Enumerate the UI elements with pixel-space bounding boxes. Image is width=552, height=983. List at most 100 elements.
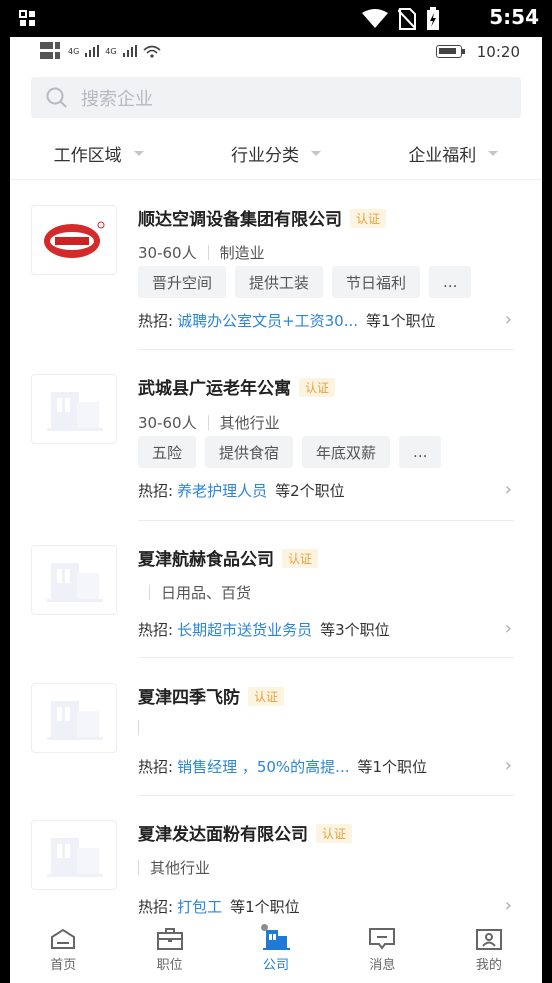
profile-icon bbox=[475, 929, 502, 950]
tab-label: 首页 bbox=[50, 958, 77, 973]
hot-job-row[interactable]: 热招: 长期超市送货业务员 等3个职位 bbox=[138, 619, 390, 640]
tab-label: 公司 bbox=[263, 958, 290, 973]
company-logo bbox=[31, 374, 117, 444]
company-name-text: 顺达空调设备集团有限公司 bbox=[138, 210, 342, 230]
filter-label: 行业分类 bbox=[230, 145, 299, 166]
hot-label: 热招: bbox=[138, 621, 174, 639]
company-industry: 其他行业 bbox=[219, 414, 280, 432]
app-grid-icon bbox=[19, 10, 35, 26]
battery-charging-icon bbox=[427, 7, 439, 30]
tab-messages[interactable]: 消息 bbox=[329, 919, 435, 983]
company-industry: 日用品、百货 bbox=[161, 584, 252, 602]
hot-label: 热招: bbox=[138, 312, 174, 330]
verified-badge: 认证 bbox=[299, 378, 336, 397]
inner-status-row: 4G 4G 10:20 bbox=[10, 37, 542, 69]
verified-badge: 认证 bbox=[316, 824, 353, 843]
chevron-right-icon: › bbox=[504, 755, 512, 776]
company-size: 30-60人 bbox=[138, 244, 197, 262]
hot-job-count: 等2个职位 bbox=[275, 482, 345, 500]
tab-profile[interactable]: 我的 bbox=[436, 919, 542, 983]
company-industry: 制造业 bbox=[219, 244, 265, 262]
filter-benefits[interactable]: 企业福利 bbox=[365, 133, 542, 173]
company-name: 夏津发达面粉有限公司 认证 bbox=[138, 820, 353, 845]
company-card[interactable]: 夏津发达面粉有限公司 认证 其他行业 热招: 打包工 等1个职位 › bbox=[10, 796, 542, 936]
unread-dot bbox=[260, 924, 268, 931]
company-logo bbox=[31, 683, 117, 753]
benefit-tags: 五险 提供食宿 年底双薪 ... bbox=[138, 436, 442, 468]
benefit-tag: 晋升空间 bbox=[138, 266, 227, 298]
briefcase-icon bbox=[156, 928, 183, 950]
tab-home[interactable]: 首页 bbox=[10, 919, 116, 983]
wifi-small-icon bbox=[143, 45, 161, 58]
chevron-down-icon bbox=[488, 150, 499, 156]
meta-separator bbox=[149, 585, 150, 600]
system-clock: 5:54 bbox=[489, 5, 539, 29]
filter-industry[interactable]: 行业分类 bbox=[187, 133, 364, 173]
bottom-tab-bar: 首页 职位 公司 消息 我的 bbox=[10, 919, 542, 983]
hot-job-row[interactable]: 热招: 打包工 等1个职位 bbox=[138, 896, 300, 917]
hot-job-row[interactable]: 热招: 诚聘办公室文员+工资30... 等1个职位 bbox=[138, 310, 436, 331]
search-placeholder: 搜索企业 bbox=[81, 88, 153, 110]
company-list: 顺达空调设备集团有限公司 认证 30-60人 制造业 晋升空间 提供工装 节日福利 … bbox=[10, 180, 542, 936]
company-meta: 30-60人 其他行业 bbox=[138, 412, 280, 433]
company-size: 30-60人 bbox=[138, 414, 197, 432]
benefit-tag-more: ... bbox=[399, 436, 442, 468]
building-placeholder-icon bbox=[47, 701, 103, 740]
company-list-screen: 4G 4G 10:20 搜索企业 工作区域 行业分类 企业福利 顺达空调设备集团… bbox=[10, 37, 542, 983]
hot-job-row[interactable]: 热招: 销售经理 ，50%的高提... 等1个职位 bbox=[138, 756, 427, 777]
tab-jobs[interactable]: 职位 bbox=[116, 919, 222, 983]
tab-label: 职位 bbox=[156, 958, 183, 973]
filter-work-area[interactable]: 工作区域 bbox=[10, 133, 187, 173]
chevron-down-icon bbox=[133, 150, 144, 156]
company-card[interactable]: 武城县广运老年公寓 认证 30-60人 其他行业 五险 提供食宿 年底双薪 ... … bbox=[10, 350, 542, 521]
hot-job-row[interactable]: 热招: 养老护理人员 等2个职位 bbox=[138, 480, 345, 501]
verified-badge: 认证 bbox=[248, 687, 285, 706]
tab-company[interactable]: 公司 bbox=[223, 919, 329, 983]
company-industry: 其他行业 bbox=[150, 859, 211, 877]
hot-job-count: 等1个职位 bbox=[357, 758, 428, 776]
benefit-tag: 五险 bbox=[138, 436, 197, 468]
company-card[interactable]: 夏津航赫食品公司 认证 日用品、百货 热招: 长期超市送货业务员 等3个职位 › bbox=[10, 521, 542, 658]
home-icon bbox=[51, 928, 76, 949]
hot-job-link[interactable]: 养老护理人员 bbox=[177, 480, 267, 501]
hd-icon bbox=[40, 42, 60, 59]
chevron-down-icon bbox=[310, 150, 321, 156]
meta-separator bbox=[207, 245, 209, 260]
search-input[interactable]: 搜索企业 bbox=[31, 77, 521, 118]
hot-job-link[interactable]: 诚聘办公室文员+工资30... bbox=[177, 310, 358, 331]
filter-label: 企业福利 bbox=[408, 145, 477, 166]
hot-job-link[interactable]: 销售经理 ，50%的高提... bbox=[177, 756, 349, 777]
hot-label: 热招: bbox=[138, 898, 174, 916]
search-icon bbox=[46, 87, 67, 108]
benefit-tags: 晋升空间 提供工装 节日福利 ... bbox=[138, 266, 472, 298]
company-card[interactable]: 顺达空调设备集团有限公司 认证 30-60人 制造业 晋升空间 提供工装 节日福利 … bbox=[10, 180, 542, 350]
hot-label: 热招: bbox=[138, 758, 174, 776]
signal-bars-icon bbox=[85, 45, 100, 57]
benefit-tag: 年底双薪 bbox=[302, 436, 391, 468]
company-name: 夏津航赫食品公司 认证 bbox=[138, 545, 319, 570]
building-placeholder-icon bbox=[47, 838, 103, 877]
company-logo bbox=[31, 820, 117, 890]
chevron-right-icon: › bbox=[504, 618, 512, 639]
hot-job-count: 等3个职位 bbox=[320, 621, 390, 639]
hot-job-link[interactable]: 长期超市送货业务员 bbox=[177, 619, 312, 640]
company-card[interactable]: 夏津四季飞防 认证 热招: 销售经理 ，50%的高提... 等1个职位 › bbox=[10, 658, 542, 796]
tab-label: 消息 bbox=[369, 958, 396, 973]
battery-icon bbox=[436, 45, 462, 58]
system-status-bar: 5:54 bbox=[0, 0, 552, 37]
building-placeholder-icon bbox=[47, 392, 103, 431]
hot-job-count: 等1个职位 bbox=[366, 312, 436, 330]
company-name: 夏津四季飞防 认证 bbox=[138, 683, 285, 708]
company-meta: 其他行业 bbox=[138, 857, 210, 878]
hot-job-link[interactable]: 打包工 bbox=[177, 896, 222, 917]
verified-badge: 认证 bbox=[282, 549, 319, 568]
benefit-tag: 节日福利 bbox=[332, 266, 421, 298]
chevron-right-icon: › bbox=[504, 895, 512, 916]
battery-cap bbox=[462, 49, 465, 54]
message-icon bbox=[369, 928, 396, 950]
inner-time: 10:20 bbox=[476, 43, 520, 61]
benefit-tag-more: ... bbox=[429, 266, 472, 298]
hot-job-count: 等1个职位 bbox=[230, 898, 300, 916]
chevron-right-icon: › bbox=[504, 309, 512, 330]
verified-badge: 认证 bbox=[350, 209, 387, 228]
